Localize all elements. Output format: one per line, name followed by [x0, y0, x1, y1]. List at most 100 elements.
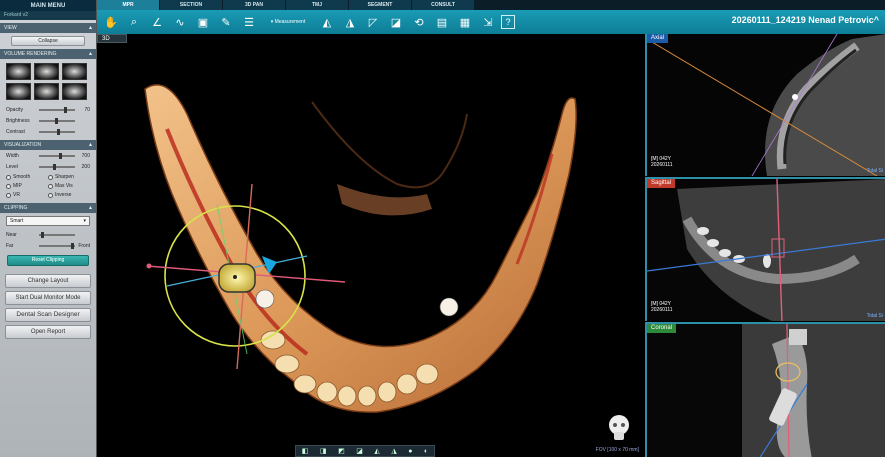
chevron-up-icon[interactable]: ▴	[89, 140, 92, 150]
collapse-button[interactable]: Collapse	[11, 36, 85, 46]
preset-thumbnail[interactable]	[34, 63, 59, 80]
section-visualization-header[interactable]: VISUALIZATION ▴	[0, 140, 96, 150]
angle-measure-icon[interactable]: ∠	[147, 13, 167, 31]
coronal-label: Coronal	[647, 324, 677, 333]
clipping-mode-select[interactable]: Smart ▾	[6, 216, 90, 226]
slider-track[interactable]	[39, 163, 75, 170]
preset-thumbnail[interactable]	[62, 83, 87, 100]
clip-far-slider[interactable]: Far Front	[0, 240, 96, 251]
view-preset-icon[interactable]: ◪	[356, 447, 363, 455]
level-slider[interactable]: Level 200	[0, 161, 96, 172]
sagittal-slice-image	[647, 179, 885, 321]
view-preset-icon[interactable]: ●	[408, 448, 412, 455]
tab-segment[interactable]: SEGMENT	[349, 0, 411, 10]
curve-icon[interactable]: ◸	[363, 13, 383, 31]
view-preset-icon[interactable]: ◧	[302, 447, 309, 455]
slider-knob[interactable]	[57, 128, 60, 135]
viewport-3d[interactable]: 3D FOV [100 x 70 mm] ◧ ◨ ◩ ◪ ◭ ◮ ● ◐	[97, 34, 645, 457]
slider-track[interactable]	[39, 242, 75, 249]
slider-knob[interactable]	[58, 152, 62, 159]
tab-tmj[interactable]: TMJ	[286, 0, 348, 10]
slider-knob[interactable]	[64, 106, 68, 113]
smooth-option[interactable]: Smooth	[6, 174, 48, 180]
view-preset-icon[interactable]: ◭	[374, 447, 379, 455]
sharpen-option[interactable]: Sharpen	[48, 174, 90, 180]
slider-label: Width	[6, 152, 19, 159]
slider-track[interactable]	[39, 128, 75, 135]
tab-consult[interactable]: CONSULT	[412, 0, 474, 10]
skull-view-icon[interactable]: ◭	[317, 13, 337, 31]
preset-thumbnail[interactable]	[6, 63, 31, 80]
screen-capture-icon[interactable]: ▤	[432, 13, 452, 31]
annotation-icon[interactable]: ✎	[216, 13, 236, 31]
tab-3d-pan[interactable]: 3D PAN	[223, 0, 285, 10]
preset-thumbnail[interactable]	[62, 63, 87, 80]
slider-track[interactable]	[39, 106, 75, 113]
view-preset-icon[interactable]: ◐	[424, 448, 428, 455]
vr-option[interactable]: VR	[6, 192, 48, 198]
main-menu-button[interactable]: MAIN MENU	[0, 0, 96, 11]
slider-knob[interactable]	[40, 231, 44, 238]
change-layout-button[interactable]: Change Layout	[5, 274, 91, 288]
cut-plane-icon[interactable]: ◪	[386, 13, 406, 31]
view-preset-icon[interactable]: ◩	[338, 447, 345, 455]
sagittal-view[interactable]: Sagittal [M] 042Y 20260111 Total Si	[645, 177, 885, 321]
brightness-slider[interactable]: Brightness	[0, 115, 96, 126]
pan-hand-icon[interactable]: ✋	[101, 13, 121, 31]
snapshot-icon[interactable]: ▣	[193, 13, 213, 31]
mip-option[interactable]: MIP	[6, 183, 48, 189]
dental-scan-designer-button[interactable]: Dental Scan Designer	[5, 308, 91, 322]
opacity-slider[interactable]: Opacity 70	[0, 104, 96, 115]
option-label: VR	[13, 192, 20, 198]
view-preset-icon[interactable]: ◨	[320, 447, 327, 455]
chevron-up-icon[interactable]: ▴	[89, 23, 92, 33]
export-icon[interactable]: ⇲	[478, 13, 498, 31]
radio-icon[interactable]	[6, 183, 11, 189]
layout-grid-icon[interactable]: ▦	[455, 13, 475, 31]
module-tabs: MPR SECTION 3D PAN TMJ SEGMENT CONSULT	[97, 0, 885, 10]
slider-knob[interactable]	[55, 117, 59, 124]
dual-monitor-button[interactable]: Start Dual Monitor Mode	[5, 291, 91, 305]
clip-near-slider[interactable]: Near	[0, 229, 96, 240]
reset-clipping-button[interactable]: Reset Clipping	[7, 255, 89, 266]
radio-icon[interactable]	[48, 192, 53, 198]
radio-icon[interactable]	[48, 183, 53, 189]
section-view-header[interactable]: VIEW ▴	[0, 23, 96, 33]
orientation-skull-icon[interactable]	[607, 414, 631, 442]
radio-icon[interactable]	[6, 174, 11, 180]
chevron-up-icon[interactable]: ▴	[89, 203, 92, 213]
section-clipping-header[interactable]: CLIPPING ▴	[0, 203, 96, 213]
radio-icon[interactable]	[48, 174, 53, 180]
curve-measure-icon[interactable]: ∿	[170, 13, 190, 31]
implant-marker[interactable]	[255, 289, 275, 309]
preset-thumbnail[interactable]	[6, 83, 31, 100]
coronal-view[interactable]: Coronal	[645, 322, 885, 457]
skull-lateral-icon[interactable]: ◮	[340, 13, 360, 31]
slider-track[interactable]	[39, 117, 75, 124]
reset-view-icon[interactable]: ⟲	[409, 13, 429, 31]
inverse-option[interactable]: Inverse	[48, 192, 90, 198]
slider-track[interactable]	[39, 231, 75, 238]
option-label: Inverse	[55, 192, 72, 198]
measurement-dropdown[interactable]: ▾ Measurement	[262, 13, 314, 31]
open-report-button[interactable]: Open Report	[5, 325, 91, 339]
implant-marker[interactable]	[439, 297, 459, 317]
tab-mpr[interactable]: MPR	[97, 0, 159, 10]
axial-view[interactable]: Axial [M] 042Y 20260111 Total Si	[645, 34, 885, 176]
section-volume-rendering-header[interactable]: VOLUME RENDERING ▴	[0, 49, 96, 59]
radio-icon[interactable]	[6, 192, 11, 198]
left-sidebar: MAIN MENU Forkard v2 VIEW ▴ Collapse VOL…	[0, 0, 97, 457]
help-icon[interactable]: ?	[501, 15, 515, 29]
slider-knob[interactable]	[71, 242, 75, 249]
tab-section[interactable]: SECTION	[160, 0, 222, 10]
zoom-icon[interactable]: ⌕	[124, 13, 144, 31]
chevron-up-icon[interactable]: ▴	[89, 49, 92, 59]
slider-knob[interactable]	[53, 163, 57, 170]
contrast-slider[interactable]: Contrast	[0, 126, 96, 137]
width-slider[interactable]: Width 700	[0, 150, 96, 161]
note-icon[interactable]: ☰	[239, 13, 259, 31]
slider-track[interactable]	[39, 152, 75, 159]
preset-thumbnail[interactable]	[34, 83, 59, 100]
view-preset-icon[interactable]: ◮	[391, 447, 396, 455]
max-vis-option[interactable]: Max Vis	[48, 183, 90, 189]
